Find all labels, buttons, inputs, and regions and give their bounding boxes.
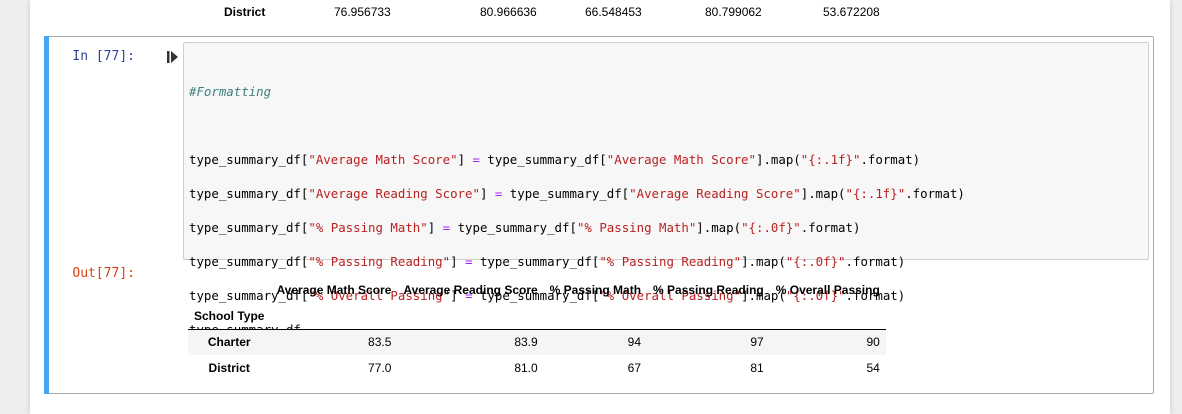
prev-value: 66.548453 xyxy=(585,5,642,19)
table-cell: 94 xyxy=(627,335,642,350)
blank-header xyxy=(188,277,270,303)
code-token: type_summary_df[ xyxy=(189,254,309,269)
table-row: Charter 83.5 83.9 94 97 90 xyxy=(188,329,886,355)
cell-selected-indicator xyxy=(44,36,49,394)
code-line: type_summary_df["Average Math Score"] = … xyxy=(189,151,965,168)
output-area: Average Math Score Average Reading Score%… xyxy=(188,277,886,381)
code-line: type_summary_df["Average Reading Score"]… xyxy=(189,185,965,202)
prev-value: 53.672208 xyxy=(823,5,880,19)
column-header: % Passing Reading xyxy=(653,283,764,297)
code-token: .format) xyxy=(800,220,861,235)
code-token: type_summary_df[ xyxy=(450,220,577,235)
code-token: "Average Math Score" xyxy=(308,152,458,167)
code-token: = xyxy=(472,152,480,167)
table-cell: 97 xyxy=(750,335,764,350)
code-token: .format) xyxy=(860,152,921,167)
row-label: District xyxy=(208,361,250,375)
code-token: .format) xyxy=(905,186,965,201)
prev-row-label: District xyxy=(224,5,266,19)
code-line: type_summary_df["% Passing Math"] = type… xyxy=(189,219,965,236)
code-token: type_summary_df[ xyxy=(189,220,309,235)
notebook-container: District 76.956733 80.966636 66.548453 8… xyxy=(30,0,1170,414)
prev-value: 76.956733 xyxy=(334,5,391,19)
code-token: type_summary_df[ xyxy=(502,186,630,201)
code-token: type_summary_df[ xyxy=(189,152,309,167)
code-token: ].map( xyxy=(755,152,801,167)
table-cell: 54 xyxy=(866,361,880,375)
code-token: "% Passing Reading" xyxy=(599,254,742,269)
code-token: ].map( xyxy=(741,254,786,269)
code-token: = xyxy=(442,220,451,235)
code-cell[interactable]: In [77]: #Formatting type_summary_df["Av… xyxy=(44,36,1154,394)
code-token: "% Passing Reading" xyxy=(308,254,451,269)
run-cell-icon[interactable] xyxy=(167,50,179,64)
code-token: "{:.0f}" xyxy=(741,220,801,235)
code-token: "% Passing Math" xyxy=(308,220,428,235)
code-token: type_summary_df[ xyxy=(472,254,600,269)
column-header: % Overall Passing xyxy=(775,283,880,297)
column-header: Average Math Score xyxy=(276,283,392,297)
code-token: "Average Reading Score" xyxy=(629,186,801,201)
column-header: Average Reading Score xyxy=(403,283,538,297)
index-name: School Type xyxy=(194,308,265,323)
table-header-row: Average Math Score Average Reading Score%… xyxy=(188,277,886,303)
table-cell: 83.5 xyxy=(368,335,392,350)
code-token: ] xyxy=(479,186,495,201)
table-cell: 81 xyxy=(750,361,764,375)
code-input-area[interactable]: #Formatting type_summary_df["Average Mat… xyxy=(183,42,1149,337)
code-token: "Average Reading Score" xyxy=(308,186,480,201)
table-cell: 81.0 xyxy=(514,361,538,375)
table-cell: 90 xyxy=(866,335,880,350)
dataframe-table: Average Math Score Average Reading Score%… xyxy=(188,277,886,381)
prev-value: 80.799062 xyxy=(705,5,762,19)
code-token: ] xyxy=(457,152,473,167)
code-token: ] xyxy=(450,254,466,269)
code-token: "{:.1f}" xyxy=(800,152,861,167)
code-token: type_summary_df[ xyxy=(189,186,309,201)
table-cell: 77.0 xyxy=(368,361,392,375)
code-token: .format) xyxy=(845,254,906,269)
code-token: "{:.1f}" xyxy=(845,186,906,201)
table-cell: 83.9 xyxy=(514,335,538,350)
code-token: = xyxy=(465,254,473,269)
code-token: "Average Math Score" xyxy=(606,152,756,167)
index-header-row: School Type xyxy=(188,303,886,329)
code-token: type_summary_df[ xyxy=(479,152,607,167)
code-token: ].map( xyxy=(800,186,846,201)
previous-output-row: District 76.956733 80.966636 66.548453 8… xyxy=(30,0,1170,24)
prev-value: 80.966636 xyxy=(480,5,537,19)
code-token: ] xyxy=(427,220,443,235)
table-cell: 67 xyxy=(627,361,642,375)
code-token: "% Passing Math" xyxy=(576,220,697,235)
code-comment: #Formatting xyxy=(189,84,272,99)
column-header: % Passing Math xyxy=(549,283,642,297)
row-label: Charter xyxy=(207,335,251,350)
table-row: District 77.0 81.0 67 81 54 xyxy=(188,355,886,381)
input-prompt: In [77]: xyxy=(72,49,135,64)
code-line: type_summary_df["% Passing Reading"] = t… xyxy=(189,253,965,270)
output-prompt: Out[77]: xyxy=(72,266,135,281)
code-token: ].map( xyxy=(696,220,742,235)
code-token: "{:.0f}" xyxy=(785,254,846,269)
